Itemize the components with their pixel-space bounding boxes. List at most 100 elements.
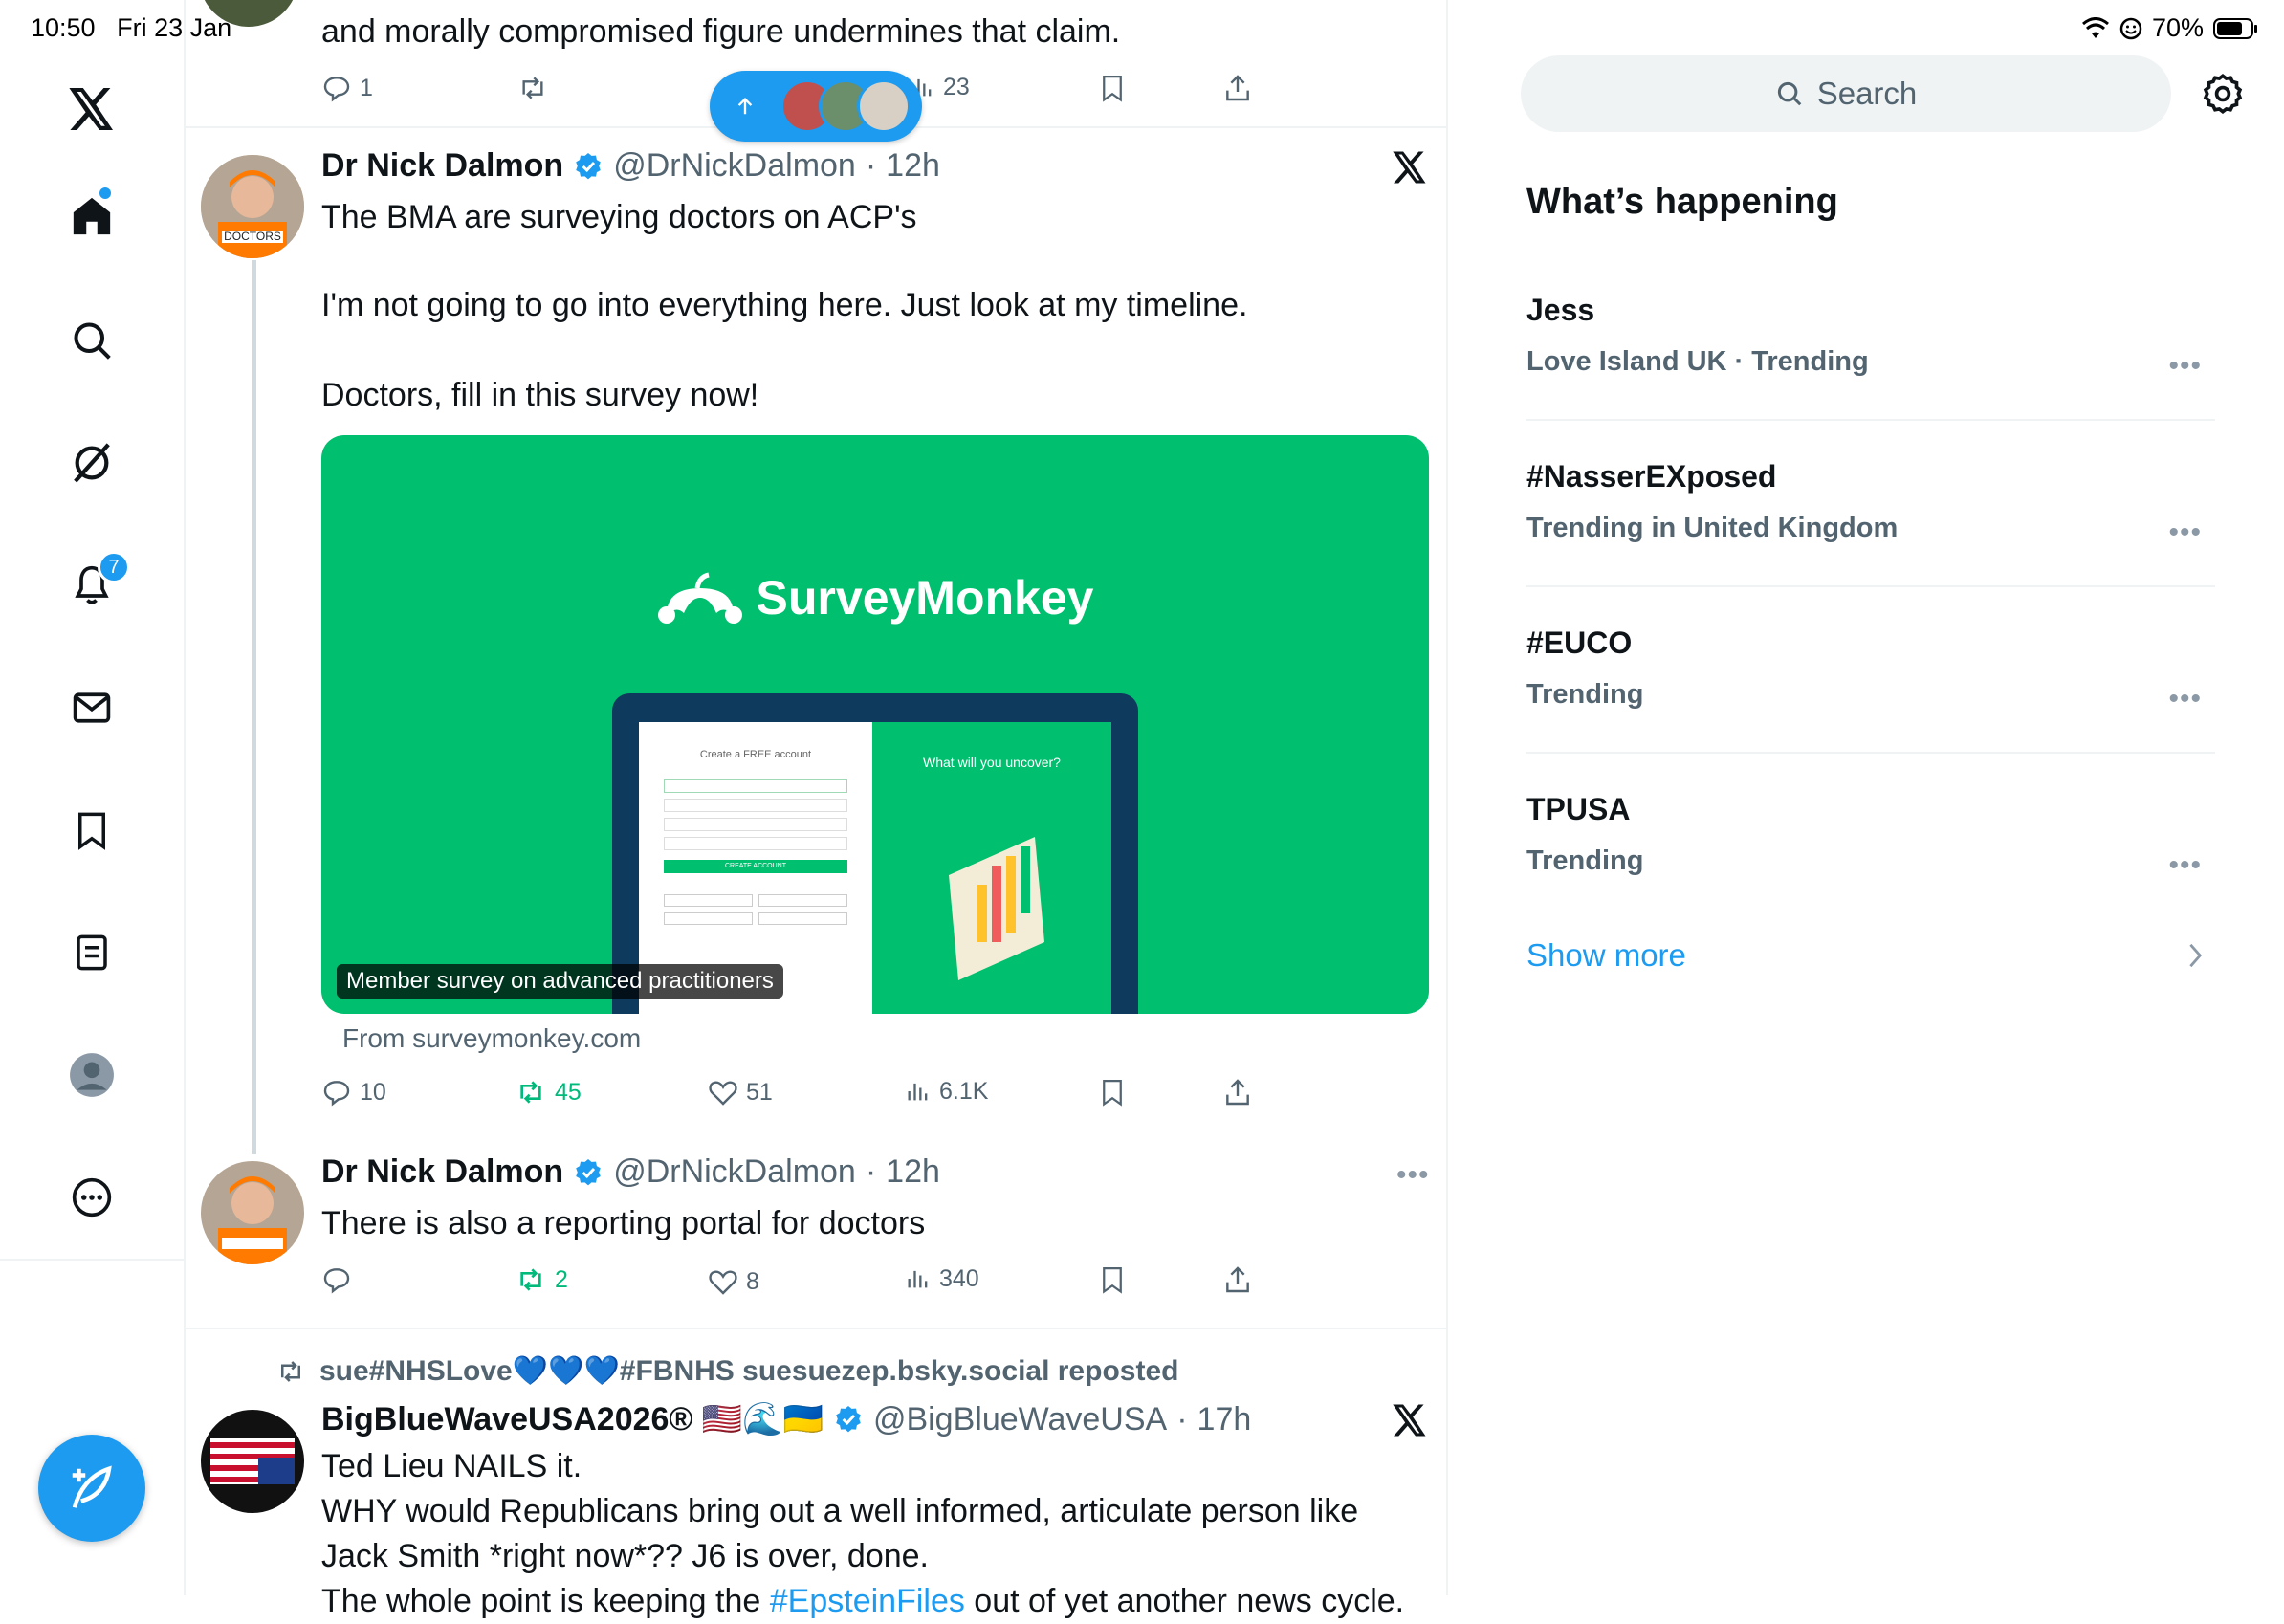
author-name[interactable]: BigBlueWaveUSA2026® 🇺🇸🌊🇺🇦 [321,1400,824,1438]
tweet-time[interactable]: 17h [1197,1401,1252,1438]
views-chart-icon [908,1083,928,1101]
trend-meta: Trending [1526,845,1644,876]
bookmark-button[interactable] [1098,1077,1127,1108]
reposted-by[interactable]: sue#NHSLove💙💙💙#FBNHS suesuezep.bsky.soci… [319,1354,1178,1388]
avatar-caption: DOCTORS [224,230,281,243]
create-account-button: CREATE ACCOUNT [664,860,847,873]
home-unread-dot [99,187,111,199]
tweet-header: Dr Nick Dalmon @DrNickDalmon · 12h [321,147,940,185]
settings-gear-icon[interactable] [2202,73,2244,115]
promo-panel: What will you uncover? [872,722,1111,1014]
trend-item[interactable]: #NasserEXposed Trending in United Kingdo… [1526,453,2215,587]
author-name[interactable]: Dr Nick Dalmon [321,1153,563,1191]
tweet-text-line: Jack Smith *right now*?? J6 is over, don… [321,1538,929,1574]
bookmarks-icon[interactable] [65,803,119,857]
chevron-right-icon [2189,943,2203,968]
compose-post-button[interactable] [38,1435,145,1542]
avatar[interactable] [201,1161,304,1264]
tweet-text-line: Doctors, fill in this survey now! [321,377,759,413]
lists-icon[interactable] [65,926,119,979]
repost-button[interactable]: 2 [515,1264,568,1295]
notifications-bell-icon[interactable]: 7 [65,551,130,612]
trend-item[interactable]: TPUSA Trending ••• [1526,786,2215,920]
bookmark-button[interactable] [1098,1264,1127,1295]
tweet-time[interactable]: 12h [886,1153,940,1191]
x-logo-icon[interactable] [65,82,119,136]
trend-item[interactable]: #EUCO Trending ••• [1526,620,2215,754]
bar-chart-illustration [949,837,1044,980]
reply-icon [323,77,350,102]
author-handle[interactable]: @DrNickDalmon [613,147,856,185]
search-icon[interactable] [65,314,119,367]
author-name[interactable]: Dr Nick Dalmon [321,147,563,185]
verified-badge-icon [836,1406,861,1433]
tweet-header: BigBlueWaveUSA2026® 🇺🇸🌊🇺🇦 @BigBlueWaveUS… [321,1400,1252,1438]
reply-count: 10 [360,1078,386,1106]
nav-divider [0,1259,184,1261]
share-button[interactable] [1222,1264,1253,1295]
compose-feather-icon [72,1465,112,1508]
battery-icon [2213,17,2259,40]
messages-envelope-icon[interactable] [65,681,119,735]
trends-title: What’s happening [1526,182,1838,222]
trend-name: Jess [1526,293,1595,327]
left-nav-border [184,0,186,1595]
surveymonkey-brand: SurveyMonkey [756,571,1094,625]
like-button[interactable]: 8 [708,1266,759,1297]
profile-avatar-icon[interactable] [65,1048,119,1102]
card-source[interactable]: From surveymonkey.com [342,1023,641,1054]
more-options-dots-icon[interactable]: ••• [1396,1159,1430,1192]
more-options-dots-icon[interactable]: ••• [2168,350,2202,383]
link-card[interactable]: SurveyMonkey Create a FREE account CREAT… [321,435,1429,1014]
like-count: 51 [746,1078,773,1106]
repost-button[interactable]: 45 [515,1077,582,1108]
focus-icon [2119,17,2142,40]
reply-button[interactable]: 10 [321,1077,386,1108]
more-options-dots-icon[interactable]: ••• [2168,849,2202,882]
views-button[interactable]: 340 [905,1264,979,1293]
share-icon [1226,1079,1249,1106]
show-more-label: Show more [1526,937,1686,973]
tweet-text: There is also a reporting portal for doc… [321,1205,926,1241]
grok-icon[interactable] [65,436,119,490]
reply-icon [323,1081,350,1107]
share-button[interactable] [1222,73,1253,103]
tweet-separator [186,1328,1446,1329]
reply-button[interactable] [321,1264,352,1295]
more-options-icon[interactable] [65,1171,119,1224]
more-options-dots-icon[interactable]: ••• [2168,683,2202,715]
bookmark-icon [1103,1080,1122,1107]
avatar[interactable] [201,1410,304,1513]
views-button[interactable]: 6.1K [905,1077,988,1106]
trend-separator [1526,419,2215,421]
wifi-icon [2081,16,2110,40]
tweet-text: and morally compromised figure undermine… [321,13,1121,50]
share-button[interactable] [1222,1077,1253,1108]
x-logo-icon [1393,1404,1427,1437]
like-button[interactable]: 51 [708,1077,773,1108]
views-count: 6.1K [939,1077,989,1105]
new-posts-pill[interactable] [710,71,922,142]
show-more-link[interactable]: Show more [1526,937,2215,974]
repost-count: 45 [555,1078,582,1106]
like-count: 8 [746,1267,759,1295]
reply-count: 1 [360,74,373,101]
tweet-time[interactable]: 12h [886,147,940,185]
more-options-dots-icon[interactable]: ••• [2168,516,2202,549]
bookmark-icon [1103,76,1122,102]
trend-item[interactable]: Jess Love Island UK · Trending ••• [1526,287,2215,421]
search-bar[interactable]: Search [1521,55,2171,132]
hashtag-link[interactable]: #EpsteinFiles [770,1583,965,1619]
reply-button[interactable]: 1 [321,73,373,103]
notifications-badge: 7 [98,551,130,583]
repost-button[interactable] [516,73,549,103]
bookmark-button[interactable] [1098,73,1127,103]
author-handle[interactable]: @DrNickDalmon [613,1153,856,1191]
trend-name: TPUSA [1526,792,1631,826]
promo-tagline: What will you uncover? [923,755,1061,770]
author-handle[interactable]: @BigBlueWaveUSA [873,1401,1167,1438]
home-icon[interactable] [65,187,119,243]
verified-badge-icon [576,152,601,179]
repost-count: 2 [555,1265,568,1293]
views-count: 340 [939,1264,979,1292]
